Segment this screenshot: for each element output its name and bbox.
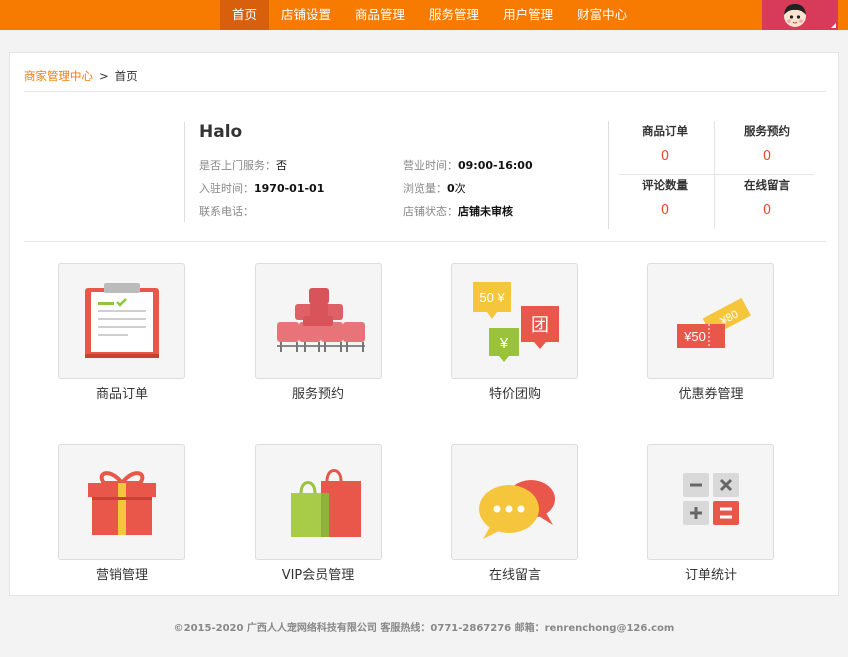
divider (24, 91, 826, 92)
shopping-bags-icon (291, 469, 361, 537)
coupon-icon: ¥80 ¥50 (677, 297, 751, 348)
tile-product-orders[interactable] (58, 263, 185, 379)
stat-service-bookings: 服务预约 0 (717, 123, 817, 164)
business-hours-value: 09:00-16:00 (458, 159, 533, 172)
divider (619, 174, 814, 175)
group-buy-tags-icon: 50 ¥ 团 ¥ (473, 282, 559, 362)
dropdown-corner-icon (831, 23, 836, 28)
views-label: 浏览量： (403, 182, 447, 195)
phone-label: 联系电话： (199, 205, 254, 218)
tile-label: 营销管理 (95, 568, 148, 583)
gift-box-icon (88, 471, 156, 535)
door-service-value: 否 (276, 159, 287, 172)
join-date-info: 入驻时间：1970-01-01 (199, 180, 324, 196)
tag-50-text: 50 ¥ (479, 290, 505, 305)
tile-label: 服务预约 (291, 387, 344, 402)
stat-value: 0 (660, 203, 670, 218)
business-hours-info: 营业时间：09:00-16:00 (403, 157, 533, 173)
divider (24, 241, 826, 242)
stat-title: 在线留言 (744, 178, 790, 192)
tile-service-booking[interactable] (255, 263, 382, 379)
breadcrumb-root-link[interactable]: 商家管理中心 (24, 69, 93, 83)
tile-label: 优惠券管理 (678, 387, 744, 402)
nav-item-wealth-center[interactable]: 财富中心 (565, 0, 639, 30)
stat-online-messages: 在线留言 0 (717, 177, 817, 218)
tile-label: VIP会员管理 (281, 568, 355, 583)
stat-title: 商品订单 (642, 124, 688, 138)
divider (184, 122, 185, 222)
stat-product-orders: 商品订单 0 (615, 123, 715, 164)
door-service-label: 是否上门服务： (199, 159, 276, 172)
clipboard-icon (85, 283, 159, 358)
breadcrumb: 商家管理中心 > 首页 (24, 68, 138, 84)
tile-group-buy[interactable]: 50 ¥ 团 ¥ (451, 263, 578, 379)
join-date-value: 1970-01-01 (254, 182, 325, 195)
tile-label: 特价团购 (488, 387, 541, 402)
phone-info: 联系电话： (199, 203, 254, 219)
user-menu[interactable] (762, 0, 838, 30)
tile-label: 订单统计 (684, 568, 737, 583)
shop-name: Halo (199, 122, 243, 142)
nav-item-user-management[interactable]: 用户管理 (491, 0, 565, 30)
views-value: 0 (447, 182, 455, 195)
tile-vip-management[interactable] (255, 444, 382, 560)
avatar (784, 4, 806, 27)
footer-copyright: ©2015-2020 广西人人宠网络科技有限公司 客服热线：0771-28672… (173, 623, 675, 634)
door-service-info: 是否上门服务：否 (199, 157, 287, 173)
views-unit: 次 (454, 182, 466, 195)
breadcrumb-separator: > (99, 69, 109, 83)
shop-status-value: 店铺未审核 (458, 205, 513, 218)
tile-label: 在线留言 (488, 568, 541, 583)
coupon-text: ¥50 (683, 329, 706, 344)
tile-order-statistics[interactable] (647, 444, 774, 560)
main-nav: 首页 店铺设置 商品管理 服务管理 用户管理 财富中心 (220, 0, 639, 30)
views-info: 浏览量：0次 (403, 180, 466, 196)
stat-value: 0 (660, 149, 670, 164)
dashboard-panel: 商家管理中心 > 首页 Halo 是否上门服务：否 营业时间：09:00-16:00… (9, 52, 839, 596)
shop-status-label: 店铺状态： (403, 205, 458, 218)
chat-bubbles-icon (479, 480, 555, 539)
nav-item-product-management[interactable]: 商品管理 (343, 0, 417, 30)
shop-status-info: 店铺状态：店铺未审核 (403, 203, 513, 219)
nav-item-shop-settings[interactable]: 店铺设置 (269, 0, 343, 30)
tile-label: 商品订单 (95, 387, 148, 402)
nav-item-service-management[interactable]: 服务管理 (417, 0, 491, 30)
join-date-label: 入驻时间： (199, 182, 254, 195)
tag-tuan-text: 团 (531, 315, 549, 336)
stat-comments: 评论数量 0 (615, 177, 715, 218)
business-hours-label: 营业时间： (403, 159, 458, 172)
stat-value: 0 (762, 203, 772, 218)
top-navbar: 首页 店铺设置 商品管理 服务管理 用户管理 财富中心 (0, 0, 848, 30)
nav-item-home[interactable]: 首页 (220, 0, 270, 30)
seats-icon (277, 288, 365, 352)
stat-title: 评论数量 (642, 178, 688, 192)
stat-title: 服务预约 (744, 124, 790, 138)
calculator-icon (683, 473, 739, 525)
stat-value: 0 (762, 149, 772, 164)
tile-coupon-management[interactable]: ¥80 ¥50 (647, 263, 774, 379)
tile-marketing-management[interactable] (58, 444, 185, 560)
tag-yen-text: ¥ (499, 335, 509, 352)
stats-panel: 商品订单 0 服务预约 0 评论数量 0 在线留言 0 (608, 121, 814, 229)
breadcrumb-current: 首页 (114, 69, 138, 83)
tile-online-messages[interactable] (451, 444, 578, 560)
